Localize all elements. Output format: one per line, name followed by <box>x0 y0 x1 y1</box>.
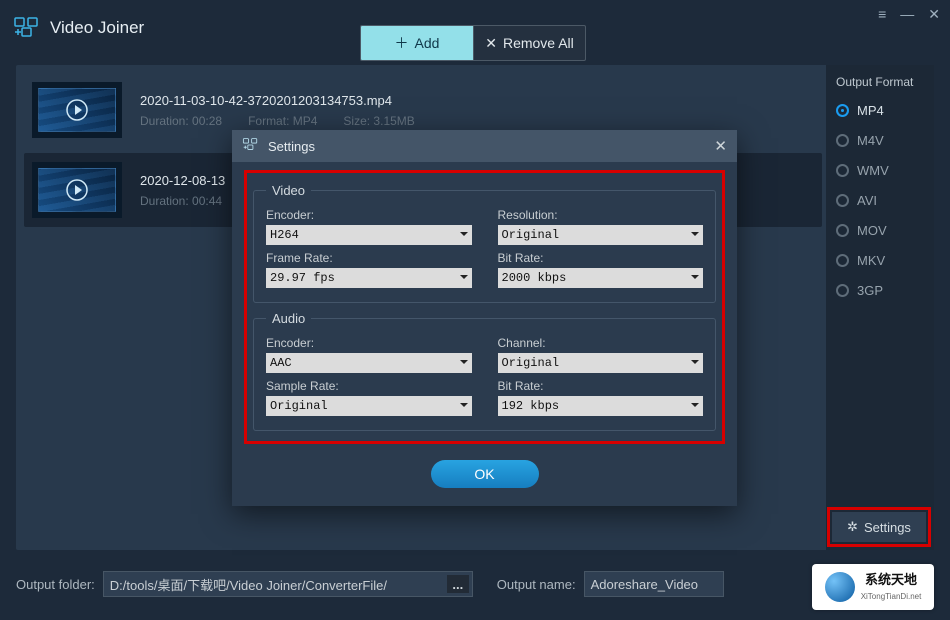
minimize-icon[interactable]: — <box>900 6 914 23</box>
radio-icon <box>836 164 849 177</box>
gear-icon: ✲ <box>847 519 858 535</box>
output-name-value: Adoreshare_Video <box>591 577 698 592</box>
format-label: MOV <box>857 223 887 238</box>
format-label: Format: MP4 <box>248 114 317 128</box>
dialog-body: Video Encoder: H264 Resolution: Original… <box>232 162 737 506</box>
settings-button[interactable]: ✲ Settings <box>832 512 926 542</box>
format-label: MKV <box>857 253 885 268</box>
dialog-title: Settings <box>268 139 315 154</box>
radio-icon <box>836 104 849 117</box>
output-format-panel: Output Format MP4 M4V WMV AVI MOV MKV 3G… <box>826 65 934 550</box>
settings-dialog: Settings ✕ Video Encoder: H264 Resolutio… <box>232 130 737 506</box>
output-folder-label: Output folder: <box>16 577 95 592</box>
menu-icon[interactable]: ≡ <box>878 6 886 23</box>
audio-channel-label: Channel: <box>498 336 704 350</box>
watermark-sub: XiTongTianDi.net <box>861 592 922 601</box>
x-icon: ✕ <box>485 35 497 52</box>
format-label: MP4 <box>857 103 884 118</box>
audio-samplerate-select[interactable]: Original <box>266 396 472 416</box>
dialog-close-icon[interactable]: ✕ <box>714 137 727 155</box>
select-value: 192 kbps <box>502 399 560 413</box>
video-resolution-label: Resolution: <box>498 208 704 222</box>
format-label: AVI <box>857 193 877 208</box>
settings-button-label: Settings <box>864 520 911 535</box>
select-value: Original <box>270 399 328 413</box>
audio-legend: Audio <box>266 311 311 326</box>
format-label: WMV <box>857 163 889 178</box>
size-label: Size: 3.15MB <box>343 114 414 128</box>
output-folder-field[interactable]: D:/tools/桌面/下载吧/Video Joiner/ConverterFi… <box>103 571 473 597</box>
audio-channel-select[interactable]: Original <box>498 353 704 373</box>
watermark-title: 系统天地 <box>861 572 922 588</box>
app-icon <box>14 17 40 39</box>
duration-label: Duration: 00:28 <box>140 114 222 128</box>
dialog-titlebar[interactable]: Settings ✕ <box>232 130 737 162</box>
radio-icon <box>836 254 849 267</box>
watermark: 系统天地 XiTongTianDi.net <box>812 564 934 610</box>
ok-button[interactable]: OK <box>431 460 539 488</box>
file-name: 2020-12-08-13 <box>140 173 225 188</box>
video-group: Video Encoder: H264 Resolution: Original… <box>253 183 716 303</box>
thumbnail <box>32 162 122 218</box>
format-option-wmv[interactable]: WMV <box>836 163 924 178</box>
video-bitrate-select[interactable]: 2000 kbps <box>498 268 704 288</box>
format-label: M4V <box>857 133 884 148</box>
window-controls: ≡ — ✕ <box>878 6 940 23</box>
select-value: H264 <box>270 228 299 242</box>
audio-samplerate-label: Sample Rate: <box>266 379 472 393</box>
video-bitrate-label: Bit Rate: <box>498 251 704 265</box>
toolbar: ＋ Add ✕ Remove All <box>360 25 586 61</box>
highlight-box: Video Encoder: H264 Resolution: Original… <box>244 170 725 444</box>
add-button-label: Add <box>415 35 440 51</box>
video-legend: Video <box>266 183 311 198</box>
bottom-bar: Output folder: D:/tools/桌面/下载吧/Video Joi… <box>16 566 934 602</box>
remove-all-button[interactable]: ✕ Remove All <box>473 26 585 60</box>
output-folder-value: D:/tools/桌面/下载吧/Video Joiner/ConverterFi… <box>110 575 387 594</box>
close-icon[interactable]: ✕ <box>928 6 940 23</box>
duration-label: Duration: 00:44 <box>140 194 222 208</box>
audio-group: Audio Encoder: AAC Channel: Original Sam… <box>253 311 716 431</box>
select-value: 29.97 fps <box>270 271 335 285</box>
dialog-icon <box>242 138 260 155</box>
select-value: Original <box>502 356 560 370</box>
output-format-title: Output Format <box>836 75 924 89</box>
video-resolution-select[interactable]: Original <box>498 225 704 245</box>
format-option-mov[interactable]: MOV <box>836 223 924 238</box>
file-meta: 2020-12-08-13 Duration: 00:44 <box>140 173 225 208</box>
select-value: AAC <box>270 356 292 370</box>
browse-button[interactable]: ... <box>447 575 469 593</box>
audio-encoder-select[interactable]: AAC <box>266 353 472 373</box>
select-value: Original <box>502 228 560 242</box>
audio-bitrate-select[interactable]: 192 kbps <box>498 396 704 416</box>
select-value: 2000 kbps <box>502 271 567 285</box>
remove-all-label: Remove All <box>503 35 574 51</box>
audio-bitrate-label: Bit Rate: <box>498 379 704 393</box>
file-meta: 2020-11-03-10-42-3720201203134753.mp4 Du… <box>140 93 415 128</box>
radio-icon <box>836 194 849 207</box>
format-label: 3GP <box>857 283 883 298</box>
format-option-mkv[interactable]: MKV <box>836 253 924 268</box>
file-name: 2020-11-03-10-42-3720201203134753.mp4 <box>140 93 415 108</box>
add-button[interactable]: ＋ Add <box>361 26 473 60</box>
format-option-m4v[interactable]: M4V <box>836 133 924 148</box>
format-option-mp4[interactable]: MP4 <box>836 103 924 118</box>
audio-encoder-label: Encoder: <box>266 336 472 350</box>
video-framerate-label: Frame Rate: <box>266 251 472 265</box>
plus-icon: ＋ <box>395 33 409 53</box>
video-encoder-label: Encoder: <box>266 208 472 222</box>
format-option-3gp[interactable]: 3GP <box>836 283 924 298</box>
output-name-field[interactable]: Adoreshare_Video <box>584 571 724 597</box>
radio-icon <box>836 224 849 237</box>
globe-icon <box>825 572 855 602</box>
output-name-label: Output name: <box>497 577 576 592</box>
video-framerate-select[interactable]: 29.97 fps <box>266 268 472 288</box>
radio-icon <box>836 284 849 297</box>
format-option-avi[interactable]: AVI <box>836 193 924 208</box>
thumbnail <box>32 82 122 138</box>
radio-icon <box>836 134 849 147</box>
video-encoder-select[interactable]: H264 <box>266 225 472 245</box>
